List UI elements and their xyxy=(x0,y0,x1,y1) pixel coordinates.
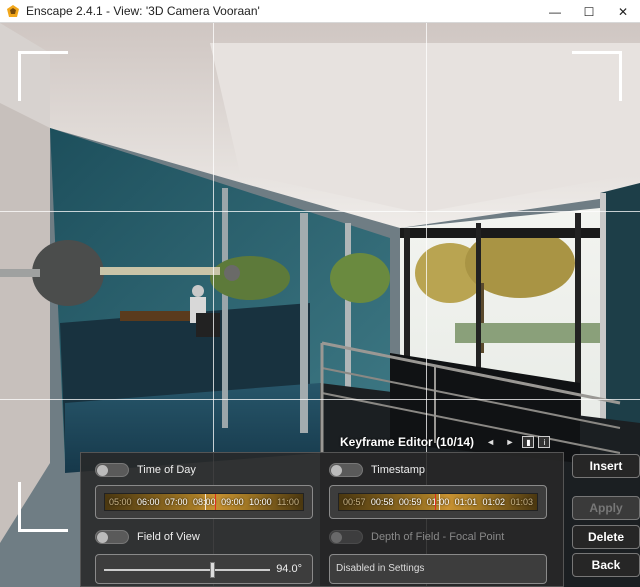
timestamp-tick: 00:57 xyxy=(343,497,366,507)
timestamp-tick: 00:58 xyxy=(370,497,394,507)
apply-button[interactable]: Apply xyxy=(572,496,640,520)
time-of-day-tick: 06:00 xyxy=(137,497,160,507)
timestamp-tick: 01:01 xyxy=(454,497,478,507)
time-of-day-tick: 10:00 xyxy=(249,497,272,507)
depth-of-field-box: Disabled in Settings xyxy=(329,554,547,584)
timestamp-label: Timestamp xyxy=(371,464,425,476)
timestamp-tick: 01:00 xyxy=(426,497,450,507)
frame-corner-bottom-left xyxy=(18,482,68,532)
timestamp-tick: 01:03 xyxy=(510,497,533,507)
enscape-logo-icon xyxy=(6,4,20,18)
pin-icon[interactable]: ▮ xyxy=(522,436,535,448)
frame-corner-top-right xyxy=(572,51,622,101)
delete-button[interactable]: Delete xyxy=(572,525,640,549)
keyframe-editor-title: Keyframe Editor (10/14) xyxy=(340,435,475,449)
keyframe-editor-panel: Time of Day 05:00 06:00 07:00 08:00 09:0… xyxy=(80,452,564,587)
timestamp-timeline[interactable]: 00:57 00:58 00:59 01:00 01:01 01:02 01:0… xyxy=(329,485,547,519)
minimize-button[interactable]: — xyxy=(538,0,572,23)
time-of-day-timeline[interactable]: 05:00 06:00 07:00 08:00 09:00 10:00 11:0… xyxy=(95,485,313,519)
time-of-day-current-marker xyxy=(205,494,206,510)
field-of-view-label: Field of View xyxy=(137,531,200,543)
time-of-day-tick: 05:00 xyxy=(109,497,132,507)
keyframe-editor-header: Keyframe Editor (10/14) ◄ ► ▮ i xyxy=(340,433,560,451)
depth-of-field-toggle[interactable] xyxy=(329,530,363,544)
field-of-view-value: 94.0° xyxy=(276,563,302,575)
info-icon[interactable]: i xyxy=(538,436,551,448)
time-of-day-toggle[interactable] xyxy=(95,463,129,477)
field-of-view-slider-track[interactable] xyxy=(104,569,270,571)
keyframe-nav-arrows[interactable]: ◄ ► xyxy=(486,437,518,447)
timestamp-keyframe-marker xyxy=(435,494,436,510)
time-of-day-label: Time of Day xyxy=(137,464,196,476)
depth-of-field-status: Disabled in Settings xyxy=(336,563,425,574)
timestamp-current-marker xyxy=(439,494,440,510)
timestamp-tick: 01:02 xyxy=(482,497,506,507)
close-button[interactable]: ✕ xyxy=(606,0,640,23)
frame-corner-top-left xyxy=(18,51,68,101)
back-button[interactable]: Back xyxy=(572,553,640,577)
insert-button[interactable]: Insert xyxy=(572,454,640,478)
depth-of-field-label: Depth of Field - Focal Point xyxy=(371,531,505,543)
field-of-view-slider-handle[interactable] xyxy=(209,562,215,578)
grid-line-horizontal xyxy=(0,211,640,212)
field-of-view-slider-box: 94.0° xyxy=(95,554,313,584)
field-of-view-toggle[interactable] xyxy=(95,530,129,544)
title-bar: Enscape 2.4.1 - View: '3D Camera Vooraan… xyxy=(0,0,640,23)
time-of-day-tick: 09:00 xyxy=(221,497,244,507)
timestamp-toggle[interactable] xyxy=(329,463,363,477)
time-of-day-tick: 07:00 xyxy=(165,497,188,507)
timestamp-tick: 00:59 xyxy=(398,497,422,507)
maximize-button[interactable]: ☐ xyxy=(572,0,606,23)
time-of-day-tick: 11:00 xyxy=(277,497,299,507)
window-title: Enscape 2.4.1 - View: '3D Camera Vooraan… xyxy=(26,4,260,18)
time-of-day-keyframe-marker xyxy=(215,494,216,510)
grid-line-horizontal xyxy=(0,399,640,400)
